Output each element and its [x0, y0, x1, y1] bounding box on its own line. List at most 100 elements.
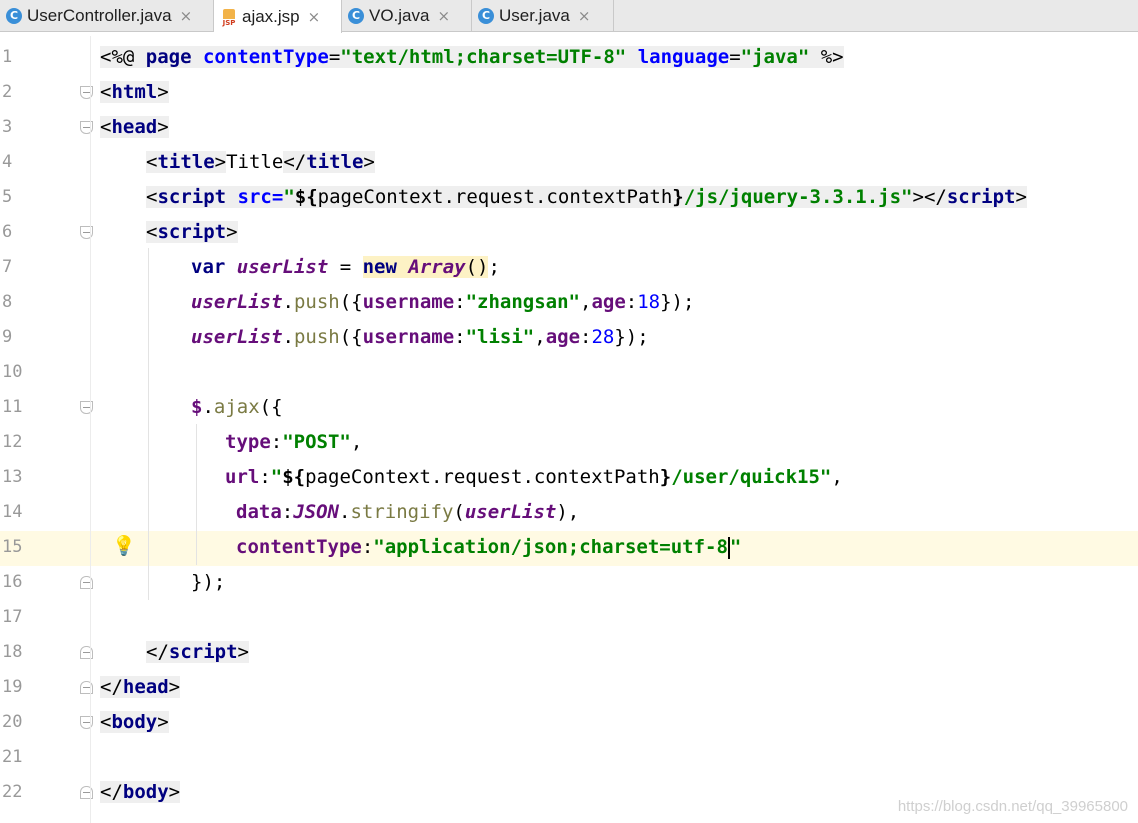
token: contentType [236, 536, 362, 558]
line-number: 14 [2, 502, 23, 522]
html-tag: <script src="${pageContext.request.conte… [146, 186, 1027, 208]
token: userList [464, 501, 557, 523]
fold-marker[interactable] [80, 226, 93, 239]
line-number: 12 [2, 432, 23, 452]
token: : [454, 291, 466, 313]
token: } [659, 466, 672, 488]
watermark: https://blog.csdn.net/qq_39965800 [897, 798, 1128, 815]
lightbulb-icon[interactable]: 💡 [112, 534, 136, 557]
line-number: 9 [2, 327, 13, 347]
token: html [111, 81, 158, 103]
token: userList [191, 291, 283, 313]
line-number: 17 [2, 607, 23, 627]
code-line-4: <title>Title</title> [146, 145, 375, 180]
token: pageContext.request.contextPath [305, 466, 660, 488]
close-icon[interactable]: × [578, 7, 591, 25]
token: () [465, 256, 489, 278]
line-number: 19 [2, 677, 23, 697]
token: var [191, 256, 237, 278]
code-line-14: data:JSON.stringify(userList), [236, 495, 579, 530]
token: . [338, 501, 351, 523]
token: </ [923, 186, 947, 208]
line-number: 7 [2, 257, 13, 277]
code-line-19: </head> [100, 670, 181, 705]
token: } [672, 186, 684, 208]
fold-marker[interactable] [80, 401, 93, 414]
html-tag: </head> [100, 676, 181, 698]
token: push [293, 326, 340, 348]
token: : [259, 466, 271, 488]
line-number: 22 [2, 782, 23, 802]
line-number: 10 [2, 362, 23, 382]
token: . [202, 396, 214, 418]
token: , [534, 326, 546, 348]
fold-marker[interactable] [80, 121, 93, 134]
jsp-directive: <%@ page contentType="text/html;charset=… [100, 46, 844, 68]
code-line-6: <script> [146, 215, 238, 250]
token: stringify [350, 501, 454, 523]
token: username [362, 326, 455, 348]
token: > [157, 711, 169, 733]
token: body [111, 711, 158, 733]
token: : [625, 291, 638, 313]
token: < [100, 711, 112, 733]
close-icon[interactable]: × [308, 8, 321, 26]
token: ( [453, 501, 465, 523]
token: > [912, 186, 924, 208]
token: 18 [637, 291, 661, 313]
line-number: 8 [2, 292, 13, 312]
tab-usercontroller-java[interactable]: C UserController.java × [0, 0, 214, 31]
token: " [283, 186, 295, 208]
code-line-12: type:"POST", [225, 425, 362, 460]
token: ), [556, 501, 580, 523]
code-line-11: $.ajax({ [191, 390, 283, 425]
html-tag: <script> [146, 221, 238, 243]
fold-marker[interactable] [80, 646, 93, 659]
html-tag: </script> [146, 641, 249, 663]
line-number: 3 [2, 117, 13, 137]
token: > [237, 641, 249, 663]
token: head [122, 676, 169, 698]
close-icon[interactable]: × [437, 7, 450, 25]
token: , [350, 431, 363, 453]
line-number: 18 [2, 642, 23, 662]
token: body [122, 781, 169, 803]
fold-marker[interactable] [80, 681, 93, 694]
close-icon[interactable]: × [180, 7, 193, 25]
token: username [362, 291, 455, 313]
html-tag: </title> [283, 151, 375, 173]
token: " [270, 466, 283, 488]
jsp-file-icon: JSP [220, 7, 238, 27]
line-number: 20 [2, 712, 23, 732]
tab-user-java[interactable]: C User.java × [472, 0, 614, 31]
token: : [361, 536, 374, 558]
tab-vo-java[interactable]: C VO.java × [342, 0, 472, 31]
token: > [157, 116, 169, 138]
code-line-15: contentType:"application/json;charset=ut… [236, 530, 741, 565]
token: type [225, 431, 271, 453]
code-line-18: </script> [146, 635, 249, 670]
token: script [168, 641, 238, 663]
token: userList [191, 326, 283, 348]
line-number: 13 [2, 467, 23, 487]
code-line-2: <html> [100, 75, 169, 110]
fold-marker[interactable] [80, 716, 93, 729]
fold-marker[interactable] [80, 86, 93, 99]
token: script [157, 186, 227, 208]
tab-ajax-jsp[interactable]: JSP ajax.jsp × [214, 0, 342, 33]
token: /js/jquery-3.3.1.js" [683, 186, 913, 208]
code-line-5: <script src="${pageContext.request.conte… [146, 180, 1027, 215]
fold-marker[interactable] [80, 786, 93, 799]
token: </ [283, 151, 307, 173]
code-line-9: userList.push({username:"lisi",age:28}); [191, 320, 649, 355]
token: ({ [339, 326, 363, 348]
java-class-icon: C [6, 7, 22, 24]
code-editor[interactable]: 1 2 3 4 5 6 7 8 9 10 11 12 13 14 15 16 1… [0, 36, 1138, 823]
line-number: 21 [2, 747, 23, 767]
html-tag: <title> [146, 151, 227, 173]
line-number: 4 [2, 152, 13, 172]
fold-marker[interactable] [80, 576, 93, 589]
token: </ [100, 781, 123, 803]
token: <%@ [100, 46, 146, 68]
java-class-icon: C [478, 7, 494, 24]
